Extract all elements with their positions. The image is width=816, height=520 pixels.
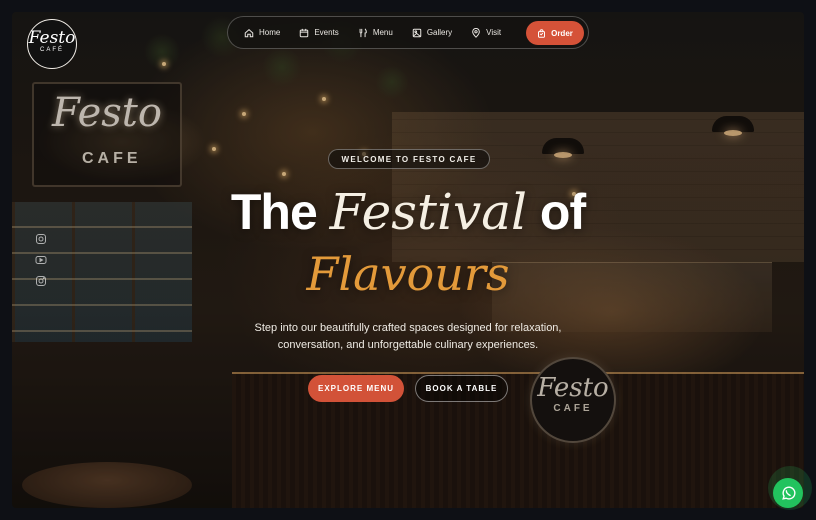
map-pin-icon (472, 27, 481, 38)
pendant-lamp (712, 116, 754, 136)
string-light (282, 172, 286, 176)
hero-title: The Festival of (0, 184, 816, 240)
hero-subtitle: Step into our beautifully crafted spaces… (0, 320, 816, 354)
wall-sign-caps: CAFE (82, 150, 142, 167)
main-nav: Home Events Menu Gallery Visit Order (227, 16, 589, 49)
order-label: Order (551, 28, 573, 38)
home-icon (244, 28, 254, 37)
nav-item-visit[interactable]: Visit (471, 27, 502, 38)
title-the: The (230, 184, 318, 240)
nav-label-gallery: Gallery (426, 28, 453, 37)
brand-logo[interactable]: Festo CAFÉ (27, 19, 77, 69)
nav-item-gallery[interactable]: Gallery (412, 28, 452, 38)
round-logo-sign: Festo CAFE (530, 357, 616, 443)
title-of: of (539, 184, 586, 240)
string-light (212, 147, 216, 151)
nav-label-home: Home (259, 28, 281, 37)
table (22, 462, 192, 508)
wall-sign-script: Festo (52, 90, 162, 136)
string-light (322, 97, 326, 101)
image-icon (412, 28, 422, 37)
whatsapp-icon (781, 486, 796, 500)
string-light (162, 62, 166, 66)
hero-title-flavours: Flavours (306, 247, 510, 301)
string-light (242, 112, 246, 116)
explore-menu-button[interactable]: EXPLORE MENU (308, 375, 404, 402)
nav-label-visit: Visit (486, 28, 502, 37)
round-sign-caps: CAFE (553, 403, 593, 414)
welcome-badge: WELCOME TO FESTO CAFE (328, 149, 490, 169)
subtitle-line-1: Step into our beautifully crafted spaces… (254, 322, 562, 334)
nav-label-menu: Menu (372, 28, 393, 37)
pendant-lamp (542, 138, 584, 158)
book-table-button[interactable]: BOOK A TABLE (415, 375, 508, 402)
whatsapp-button[interactable] (773, 478, 803, 508)
subtitle-line-2: conversation, and unforgettable culinary… (277, 339, 539, 351)
nav-item-events[interactable]: Events (299, 28, 339, 38)
logo-script: Festo (28, 28, 76, 48)
wall-neon-sign: Festo CAFE (32, 82, 182, 187)
nav-item-home[interactable]: Home (244, 28, 280, 38)
bag-icon (538, 28, 546, 38)
utensils-icon (359, 28, 367, 37)
calendar-icon (300, 28, 309, 37)
nav-label-events: Events (314, 28, 339, 37)
round-sign-script: Festo (537, 373, 609, 403)
order-button[interactable]: Order (526, 21, 584, 45)
nav-item-menu[interactable]: Menu (358, 28, 393, 38)
title-festival: Festival (329, 183, 528, 241)
